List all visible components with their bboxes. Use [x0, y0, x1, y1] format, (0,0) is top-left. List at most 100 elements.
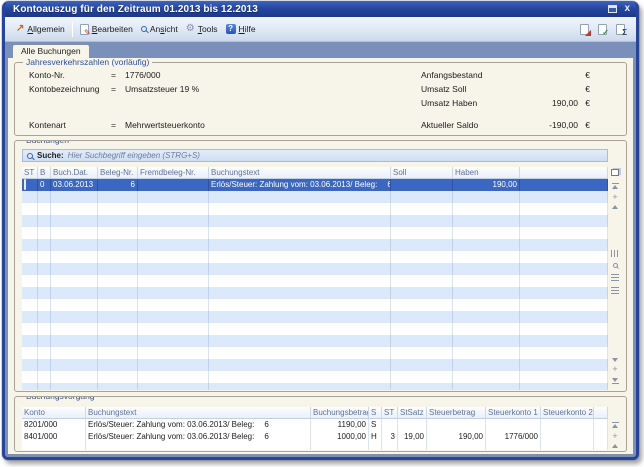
st-cell: 3	[382, 431, 398, 443]
table-empty-row[interactable]	[22, 347, 608, 359]
menu-tools[interactable]: ⚙ Tools	[182, 22, 222, 36]
col-fremdbeleg-nr[interactable]: Fremdbeleg-Nr.	[138, 167, 209, 179]
col-steuerkonto1[interactable]: Steuerkonto 1	[486, 407, 541, 419]
column-chooser-icon[interactable]	[611, 169, 619, 176]
gear-icon: ⚙	[186, 24, 195, 34]
scroll-down-icon[interactable]	[612, 358, 618, 362]
soll-cell	[391, 179, 453, 191]
screenshot-stage: Kontoauszug für den Zeitraum 01.2013 bis…	[0, 0, 644, 467]
buchungstext-cell: Erlös/Steuer: Zahlung vom: 03.06.2013/ B…	[86, 419, 311, 431]
table-row[interactable]: 8401/000 Erlös/Steuer: Zahlung vom: 03.0…	[22, 431, 608, 443]
collapse-icon[interactable]: +	[612, 366, 617, 373]
col-buchungsbetrag[interactable]: Buchungsbetrag	[311, 407, 369, 419]
col-steuerkonto2[interactable]: Steuerkonto 2	[541, 407, 594, 419]
scroll-to-bottom-icon[interactable]	[612, 378, 619, 384]
col-buchungstext[interactable]: Buchungstext	[86, 407, 311, 419]
col-filler	[520, 167, 608, 179]
search-input[interactable]	[68, 151, 603, 160]
columns-icon[interactable]	[611, 250, 619, 257]
table-empty-row[interactable]	[22, 299, 608, 311]
tab-alle-buchungen[interactable]: Alle Buchungen	[12, 44, 90, 58]
help-icon: ?	[226, 24, 236, 34]
allgemein-arrow-icon: ↗	[16, 24, 24, 34]
table-empty-row[interactable]	[22, 335, 608, 347]
filler-cell	[594, 419, 608, 431]
col-st[interactable]: ST	[22, 167, 38, 179]
expand-icon[interactable]: +	[612, 433, 617, 440]
table-empty-row[interactable]	[22, 251, 608, 263]
col-s[interactable]: S	[369, 407, 382, 419]
search-label: Suche:	[37, 151, 64, 160]
konto-cell: 8201/000	[22, 419, 86, 431]
scroll-to-top-icon[interactable]	[612, 422, 619, 428]
currency-symbol: €	[578, 98, 590, 108]
confirm-icon[interactable]: ✓	[598, 24, 607, 35]
table-empty-row[interactable]	[22, 383, 608, 390]
table-empty-row[interactable]	[22, 239, 608, 251]
close-icon[interactable]: x	[624, 4, 630, 14]
currency-symbol: €	[578, 84, 590, 94]
scroll-up-icon[interactable]	[612, 205, 618, 209]
buchungen-grid: ST B Buch.Dat. Beleg-Nr. Fremdbeleg-Nr. …	[22, 167, 622, 390]
col-soll[interactable]: Soll	[391, 167, 453, 179]
col-beleg-nr[interactable]: Beleg-Nr.	[98, 167, 138, 179]
field-umsatz-soll: Umsatz Soll €	[421, 84, 590, 94]
date-cell: 03.06.2013	[51, 179, 98, 191]
table-empty-row[interactable]	[22, 203, 608, 215]
menu-allgemein[interactable]: ↗ Allgemein	[12, 22, 69, 36]
table-empty-row[interactable]	[22, 263, 608, 275]
col-konto[interactable]: Konto	[22, 407, 86, 419]
restore-icon[interactable]	[608, 5, 617, 13]
col-steuerbetrag[interactable]: Steuerbetrag	[427, 407, 486, 419]
steuerkonto1-cell	[486, 419, 541, 431]
expand-icon[interactable]: +	[612, 194, 617, 201]
table-row-selected[interactable]: 0 03.06.2013 6 Erlös/Steuer: Zahlung vom…	[22, 179, 608, 191]
table-empty-row[interactable]	[22, 443, 608, 450]
menu-ansicht[interactable]: Ansicht	[137, 22, 182, 36]
betrag-cell: 1190,00	[311, 419, 369, 431]
zoom-icon[interactable]	[613, 263, 618, 268]
kontobezeichnung-value: Umsatzsteuer 19 %	[125, 84, 199, 94]
steuerkonto2-cell	[541, 419, 594, 431]
col-stsatz[interactable]: StSatz	[398, 407, 427, 419]
table-empty-row[interactable]	[22, 323, 608, 335]
col-st[interactable]: ST	[382, 407, 398, 419]
table-empty-row[interactable]	[22, 227, 608, 239]
sum-icon[interactable]: Σ	[616, 24, 625, 35]
buchungen-header-row[interactable]: ST B Buch.Dat. Beleg-Nr. Fremdbeleg-Nr. …	[22, 167, 608, 179]
table-empty-row[interactable]	[22, 311, 608, 323]
table-empty-row[interactable]	[22, 287, 608, 299]
titlebar[interactable]: Kontoauszug für den Zeitraum 01.2013 bis…	[5, 1, 636, 17]
steuerkonto2-cell	[541, 431, 594, 443]
entry-icon	[24, 179, 26, 190]
stsatz-cell	[398, 419, 427, 431]
buchungen-empty-rows	[22, 191, 608, 390]
sort-desc-icon[interactable]	[611, 287, 619, 294]
menu-separator	[72, 22, 73, 37]
table-empty-row[interactable]	[22, 215, 608, 227]
menu-bearbeiten[interactable]: ✎ Bearbeiten	[76, 22, 137, 37]
col-buchungstext[interactable]: Buchungstext	[209, 167, 391, 179]
col-haben[interactable]: Haben	[453, 167, 520, 179]
col-buchdat[interactable]: Buch.Dat.	[51, 167, 98, 179]
table-empty-row[interactable]	[22, 275, 608, 287]
table-empty-row[interactable]	[22, 359, 608, 371]
field-kontobezeichnung: Kontobezeichnung = Umsatzsteuer 19 %	[29, 84, 199, 94]
steuerkonto1-cell: 1776/000	[486, 431, 541, 443]
search-bar[interactable]: Suche:	[22, 149, 608, 162]
buchungsvorgang-header-row[interactable]: Konto Buchungstext Buchungsbetrag S ST S…	[22, 407, 608, 419]
groupbox-jahresverkehrszahlen-title: Jahresverkehrszahlen (vorläufig)	[23, 58, 152, 67]
sort-asc-icon[interactable]	[611, 274, 619, 281]
st-cell	[382, 419, 398, 431]
col-b[interactable]: B	[38, 167, 51, 179]
equals-sign: =	[111, 84, 125, 94]
table-empty-row[interactable]	[22, 371, 608, 383]
content-area: Alle Buchungen Jahresverkehrszahlen (vor…	[5, 42, 636, 457]
buchungsvorgang-table: Konto Buchungstext Buchungsbetrag S ST S…	[22, 407, 608, 450]
table-empty-row[interactable]	[22, 191, 608, 203]
scroll-up-icon[interactable]	[612, 444, 618, 448]
menu-hilfe[interactable]: ? Hilfe	[222, 22, 260, 36]
table-row[interactable]: 8201/000 Erlös/Steuer: Zahlung vom: 03.0…	[22, 419, 608, 431]
scroll-to-top-icon[interactable]	[612, 183, 619, 189]
report-icon[interactable]: ◢	[580, 24, 589, 35]
